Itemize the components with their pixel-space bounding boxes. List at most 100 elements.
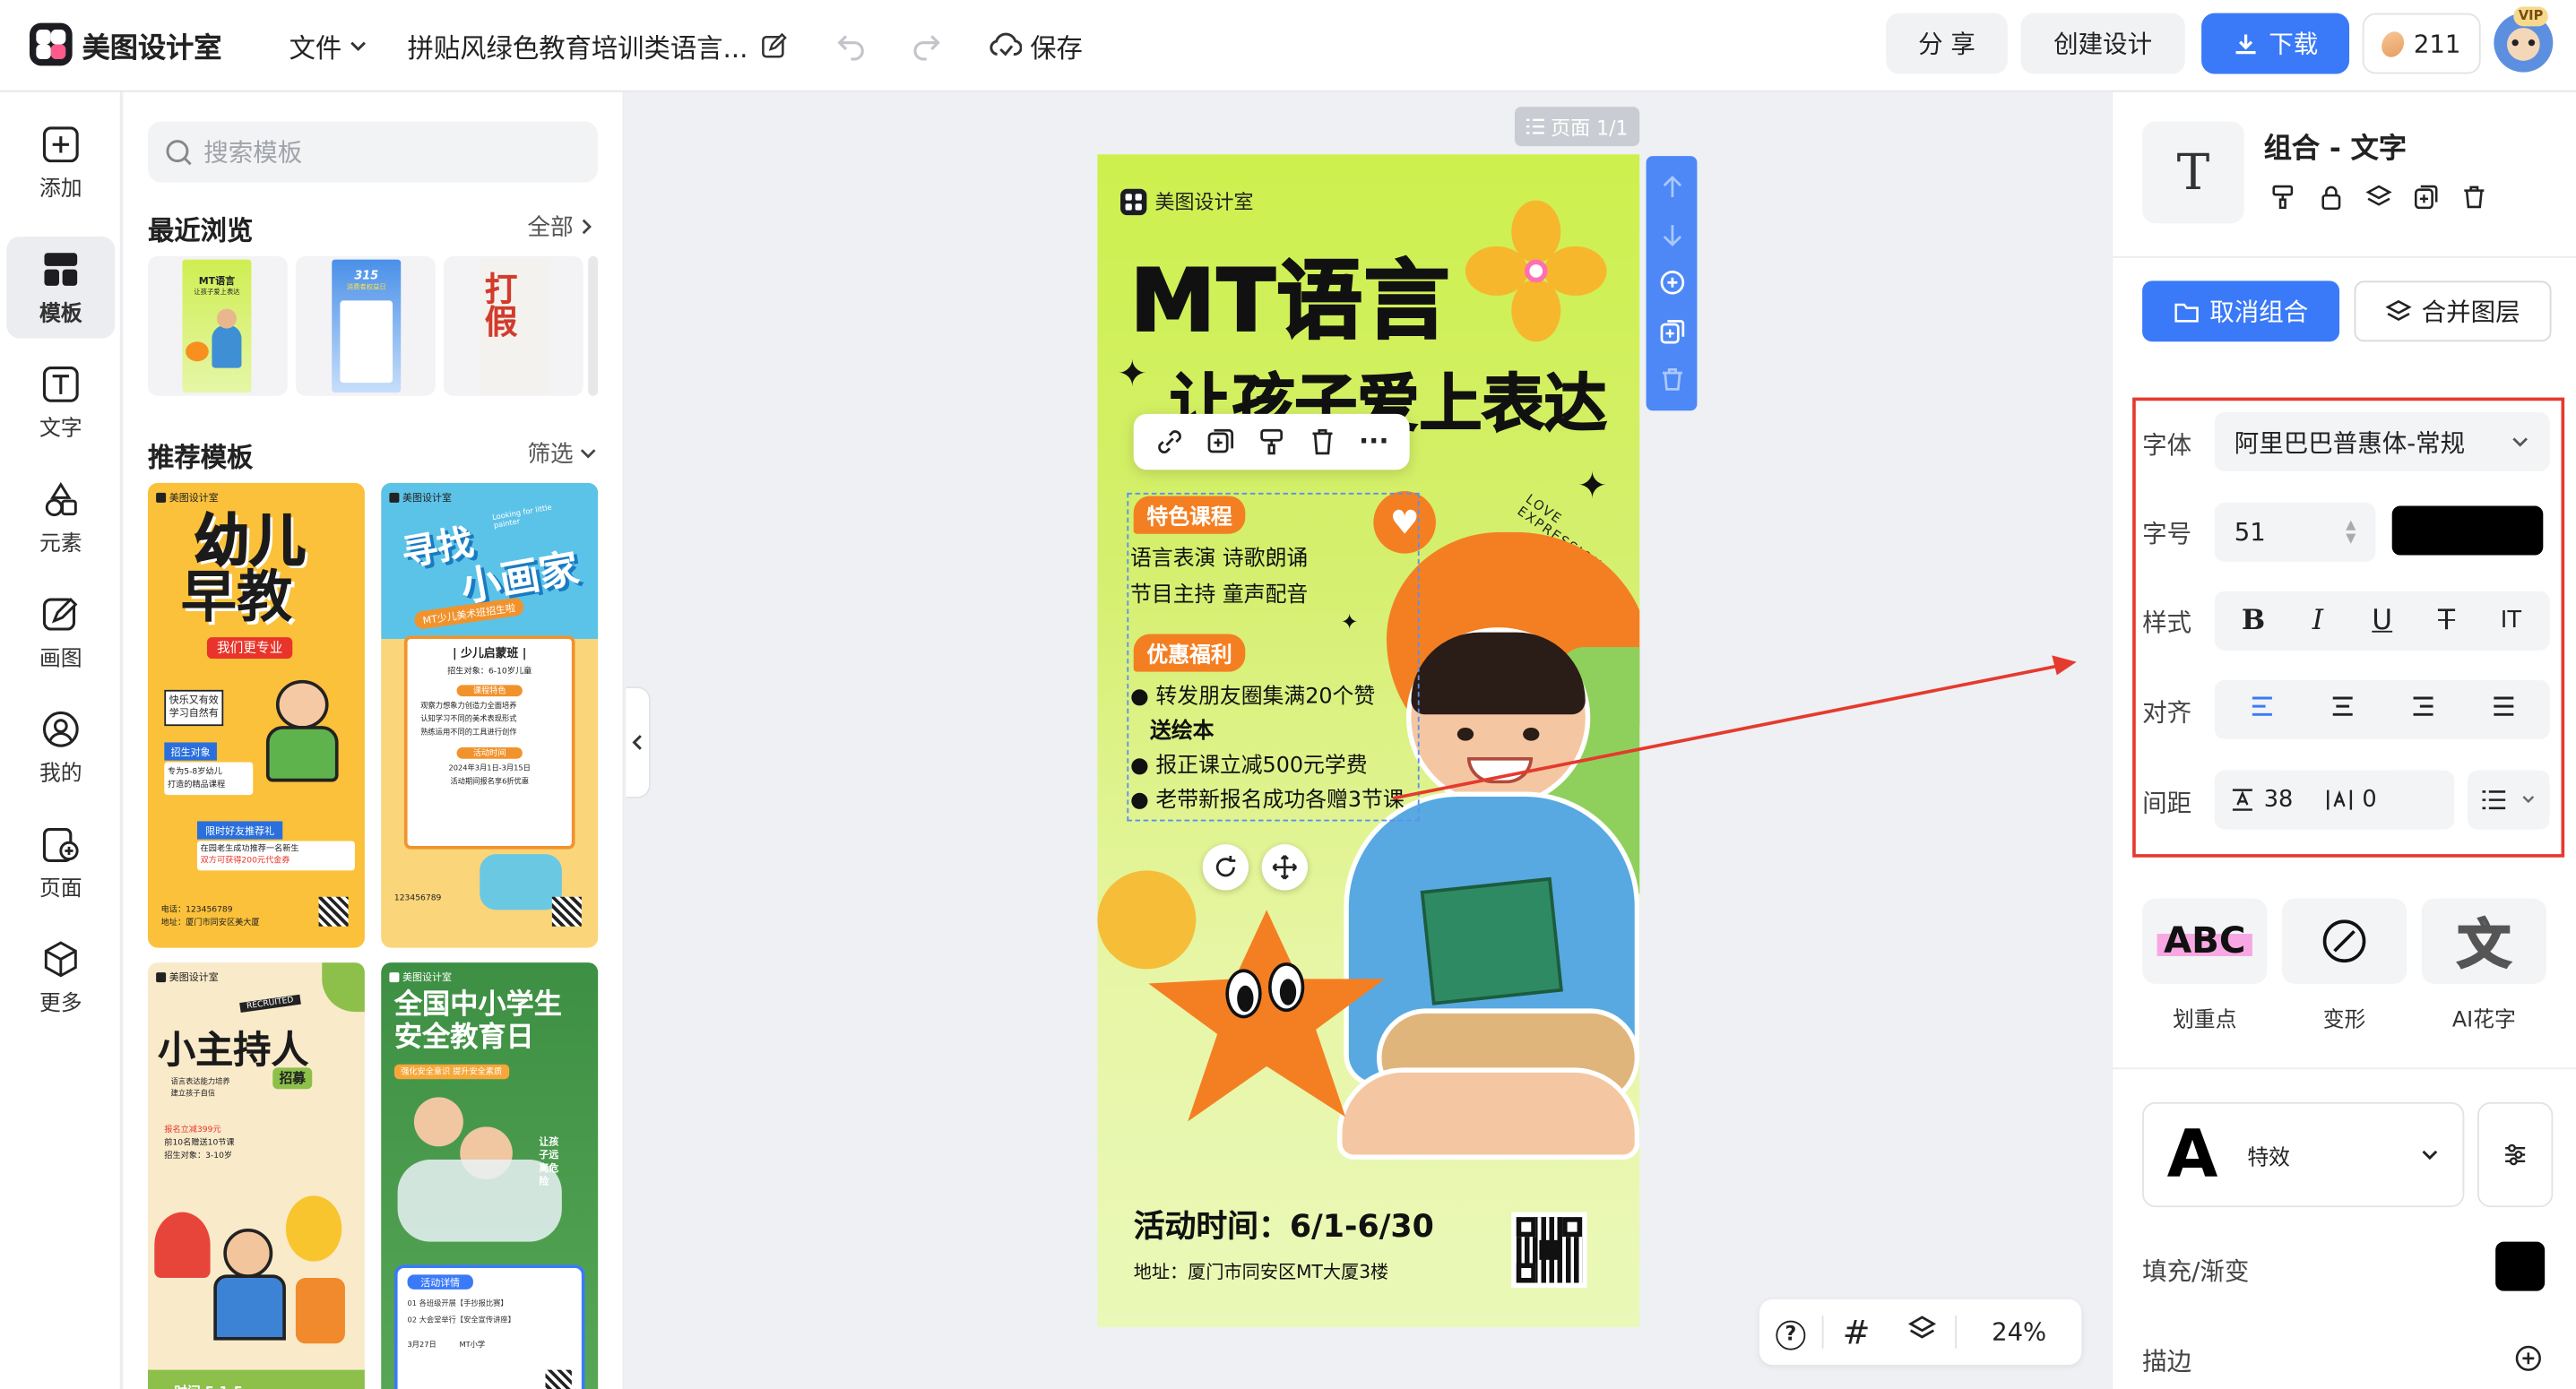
fill-color-swatch[interactable] [2495, 1241, 2546, 1291]
format-painter-icon[interactable] [2270, 184, 2296, 210]
effect-settings-button[interactable] [2477, 1101, 2554, 1208]
recent-thumb[interactable]: MT语言 让孩子爱上表达 [147, 255, 288, 396]
recent-thumb[interactable]: 315 消费者权益日 [295, 255, 436, 396]
trash-icon[interactable] [2461, 184, 2487, 210]
move-handle[interactable] [1261, 844, 1308, 891]
arrow-up-icon[interactable] [1658, 174, 1684, 200]
highlight-effect-label: 划重点 [2172, 1008, 2237, 1033]
special-effect-select[interactable]: A 特效 [2142, 1101, 2465, 1208]
merge-layers-button[interactable]: 合并图层 [2354, 280, 2552, 342]
zoom-toolbar: ? # 24% [1759, 1298, 2082, 1366]
strikethrough-button[interactable]: T [2415, 605, 2479, 638]
more-icon[interactable]: ··· [1359, 427, 1388, 453]
slash-circle-icon [2322, 919, 2366, 963]
edit-icon[interactable] [761, 32, 788, 59]
fill-label: 填充/渐变 [2142, 1256, 2250, 1287]
points-button[interactable]: 211 [2362, 13, 2481, 74]
delete-page-icon[interactable] [1658, 367, 1684, 393]
recent-thumb[interactable] [588, 255, 599, 396]
rail-item-template[interactable]: 模板 [6, 236, 116, 339]
copy-page-icon[interactable] [1658, 318, 1684, 344]
align-center-button[interactable] [2302, 693, 2382, 726]
search-input[interactable]: 搜索模板 [147, 121, 599, 183]
template-card[interactable]: 美图设计室 幼儿 早教 我们更专业 快乐又有效 学习自然有 招生对象 专为5-8岁… [147, 482, 365, 948]
format-painter-icon[interactable] [1257, 427, 1286, 457]
template-card[interactable]: 美图设计室 全国中小学生 安全教育日 强化安全意识 提升安全素质 让孩子远离危险… [381, 962, 599, 1389]
ai-art-text-button[interactable]: 文 [2421, 898, 2546, 984]
align-center-icon [2331, 696, 2352, 716]
section-tag[interactable]: 优惠福利 [1133, 634, 1246, 672]
template-card[interactable]: 美图设计室 RECRUITED 小主持人 招募 语言表达能力培养 建立孩子自信 报… [147, 962, 365, 1389]
poster-address[interactable]: 地址：厦门市同安区MT大厦3楼 [1134, 1258, 1389, 1284]
template-card[interactable]: 美图设计室 寻找 小画家 Looking for little painter … [381, 482, 599, 948]
layers-icon[interactable] [2365, 184, 2392, 210]
vertical-text-button[interactable]: IT [2479, 608, 2544, 634]
rail-item-text[interactable]: 文字 [6, 351, 115, 453]
flower-decoration[interactable] [1465, 200, 1607, 342]
trash-icon[interactable] [1308, 427, 1337, 457]
list-style-select[interactable] [2468, 770, 2550, 830]
rail-item-draw[interactable]: 画图 [6, 582, 115, 684]
save-button[interactable]: 保存 [989, 26, 1083, 65]
stepper-icon[interactable]: ▲ ▼ [2346, 518, 2356, 545]
recent-thumb[interactable]: 打假 [443, 255, 583, 396]
layers-icon [1907, 1316, 1937, 1339]
highlight-effect-button[interactable]: ABC [2142, 898, 2268, 984]
brand-logo-icon [1120, 187, 1147, 215]
course-list[interactable]: 语言表演 诗歌朗诵 节目主持 童声配音 [1130, 542, 1308, 615]
rotate-handle[interactable] [1202, 844, 1249, 891]
layers-icon [2385, 298, 2412, 321]
poster-brand[interactable]: 美图设计室 [1120, 187, 1254, 215]
bold-button[interactable]: B [2221, 605, 2286, 638]
arrow-down-icon[interactable] [1658, 222, 1684, 248]
warp-effect-button[interactable] [2281, 898, 2407, 984]
italic-button[interactable]: I [2286, 605, 2350, 638]
line-spacing-input[interactable]: 38 [2231, 787, 2293, 813]
unlink-icon[interactable] [1154, 427, 1184, 457]
undo-icon[interactable] [834, 28, 868, 61]
help-button[interactable]: ? [1759, 1315, 1822, 1350]
page-indicator[interactable]: 页面 1/1 [1514, 107, 1640, 147]
download-button[interactable]: 下载 [2201, 13, 2350, 74]
file-menu[interactable]: 文件 [290, 26, 368, 65]
rail-item-page[interactable]: 页面 [6, 811, 115, 913]
bean-icon [2377, 27, 2408, 60]
section-tag[interactable]: 特色课程 [1133, 496, 1246, 534]
rail-item-elements[interactable]: 元素 [6, 467, 115, 569]
stroke-label: 描边 [2142, 1346, 2192, 1376]
add-stroke-icon[interactable] [2513, 1343, 2543, 1373]
font-select[interactable]: 阿里巴巴普惠体-常规 [2214, 412, 2550, 472]
app-logo-icon[interactable] [29, 22, 73, 66]
list-icon [2482, 790, 2506, 810]
text-color-swatch[interactable] [2391, 505, 2544, 556]
align-left-button[interactable] [2221, 693, 2302, 726]
rail-item-add[interactable]: 添加 [6, 112, 115, 214]
create-design-button[interactable]: 创建设计 [2020, 13, 2185, 74]
layers-button[interactable] [1889, 1314, 1955, 1350]
share-button[interactable]: 分 享 [1886, 13, 2008, 74]
rail-item-more[interactable]: 更多 [6, 927, 115, 1029]
grid-button[interactable]: # [1824, 1312, 1889, 1351]
align-right-button[interactable] [2382, 693, 2463, 726]
align-justify-button[interactable] [2463, 693, 2544, 726]
add-page-icon[interactable] [1658, 270, 1684, 296]
poster-title[interactable]: MT语言 [1129, 252, 1451, 353]
zoom-level[interactable]: 24% [1957, 1317, 2081, 1347]
chevron-down-icon [2422, 1150, 2438, 1160]
rail-item-mine[interactable]: 我的 [6, 696, 115, 798]
font-size-input[interactable]: 51 ▲ ▼ [2214, 502, 2376, 562]
duplicate-icon[interactable] [1206, 427, 1235, 457]
redo-icon[interactable] [910, 28, 943, 61]
activity-time[interactable]: 活动时间：6/1-6/30 [1134, 1203, 1434, 1247]
document-title[interactable]: 拼贴风绿色教育培训类语言... [408, 26, 788, 65]
qr-code[interactable] [1511, 1212, 1587, 1288]
recent-all-link[interactable]: 全部 [527, 211, 594, 244]
filter-button[interactable]: 筛选 [527, 437, 598, 470]
lock-icon[interactable] [2318, 184, 2344, 211]
sparkle-icon: ✦ [1117, 354, 1148, 396]
underline-button[interactable]: U [2350, 605, 2415, 638]
letter-spacing-input[interactable]: 0 [2326, 787, 2377, 813]
ungroup-button[interactable]: 取消组合 [2142, 280, 2340, 342]
collapse-panel-button[interactable] [626, 686, 651, 798]
duplicate-icon[interactable] [2414, 184, 2440, 210]
